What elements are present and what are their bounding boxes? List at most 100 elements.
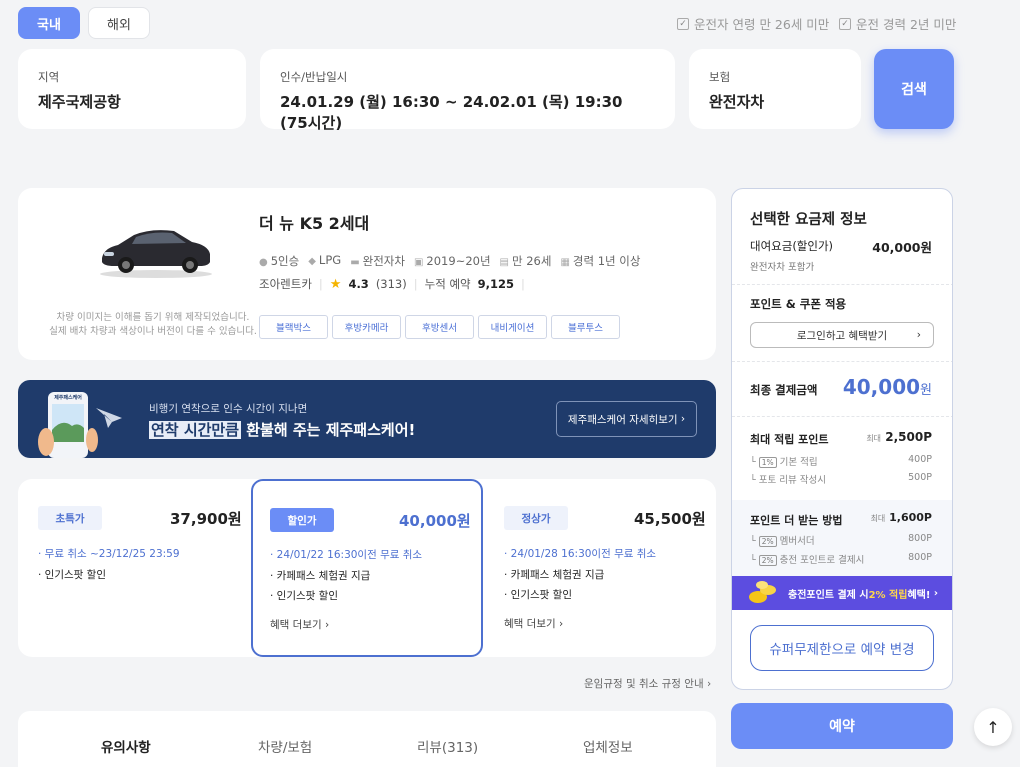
car-title: 더 뉴 K5 2세대 xyxy=(259,214,370,233)
final-amount: 40,000 xyxy=(842,375,921,399)
charge-points-promo[interactable]: 충전포인트 결제 시 2% 적립 혜택! › xyxy=(732,576,952,610)
plan-more-benefits[interactable]: 혜택 더보기 › xyxy=(270,617,329,632)
experience-condition-label: 운전 경력 2년 미만 xyxy=(856,17,957,32)
banner-main-text: 환불해 주는 제주패스케어! xyxy=(241,421,416,439)
car-specs: ● 5인승 ◆ LPG ▬ 완전자차 ▣ 2019~20년 ▤ 만 26세 ▦ 경력 1년 … xyxy=(259,253,640,269)
more-label: 혜택 더보기 xyxy=(504,618,556,630)
arrow-up-icon: ↑ xyxy=(986,717,1000,737)
max-points-value: 최대 2,500P xyxy=(866,430,932,444)
plan-benefit: · 인기스팟 할인 xyxy=(38,569,106,581)
phone-label: 제주패스케어 xyxy=(54,395,82,401)
option-tag: 블랙박스 xyxy=(259,315,328,339)
plan-regular[interactable]: 정상가 45,500원 · 24/01/28 16:30이전 무료 취소 · 카… xyxy=(484,479,716,657)
tab-company-info[interactable]: 업체정보 xyxy=(583,736,633,756)
car-note-line2: 실제 배차 차량과 색상이나 버전이 다를 수 있습니다. xyxy=(49,325,257,337)
plan-discount[interactable]: 할인가 40,000원 · 24/01/22 16:30이전 무료 취소 · 카… xyxy=(251,479,483,657)
login-benefits-button[interactable]: 로그인하고 혜택받기 › xyxy=(750,322,934,348)
plan-special[interactable]: 초특가 37,900원 · 무료 취소 ~23/12/25 23:59 · 인기… xyxy=(18,479,250,657)
divider: | xyxy=(521,277,525,291)
jejupass-care-banner[interactable]: 제주패스케어 비행기 연착으로 인수 시간이 지나면 연착 시간만큼 환불해 주… xyxy=(18,380,716,458)
plan-price: 40,000원 xyxy=(399,512,471,530)
date-field[interactable]: 인수/반납일시 24.01.29 (월) 16:30 ~ 24.02.01 (목… xyxy=(260,49,675,132)
region-field[interactable]: 지역 제주국제공항 xyxy=(18,49,246,129)
region-label: 지역 xyxy=(38,70,60,84)
tab-overseas[interactable]: 해외 xyxy=(88,7,150,39)
rules-label: 운임규정 및 취소 규정 안내 xyxy=(584,678,704,690)
date-value: 24.01.29 (월) 16:30 ~ 24.02.01 (목) 19:30 … xyxy=(280,93,623,132)
company-info: 조아렌트카 | ★ 4.3 (313) | 누적 예약 9,125 | xyxy=(259,276,525,292)
charge-label: 충전 포인트로 결제시 xyxy=(779,555,865,566)
plan-benefit: · 24/01/22 16:30이전 무료 취소 xyxy=(270,549,423,561)
spec-insurance: ▬ 완전자차 xyxy=(350,254,405,268)
insurance-field[interactable]: 보험 완전자차 xyxy=(689,49,861,129)
spec-fuel: ◆ LPG xyxy=(308,253,342,267)
promo-text: 충전포인트 결제 시 xyxy=(788,589,869,601)
max-points-amount: 2,500P xyxy=(885,430,932,444)
charge-pct: 2% xyxy=(758,555,777,566)
promo-highlight: 2% 적립 xyxy=(868,589,908,601)
plan-badge: 할인가 xyxy=(270,508,334,532)
tab-car-insurance[interactable]: 차량/보험 xyxy=(258,736,312,756)
date-label: 인수/반납일시 xyxy=(280,70,348,84)
checkbox-icon: ✓ xyxy=(839,17,851,30)
banner-title: 연착 시간만큼 환불해 주는 제주패스케어! xyxy=(149,419,415,440)
plan-benefit: · 카페패스 체험권 지급 xyxy=(504,569,605,581)
plan-benefit: · 24/01/28 16:30이전 무료 취소 xyxy=(504,548,657,560)
rate-plans: 초특가 37,900원 · 무료 취소 ~23/12/25 23:59 · 인기… xyxy=(18,479,716,657)
car-image xyxy=(100,230,212,278)
chevron-right-icon: › xyxy=(706,678,712,690)
final-unit: 원 xyxy=(920,383,932,398)
age-condition-checkbox[interactable]: ✓ 운전자 연령 만 26세 미만 xyxy=(677,14,829,33)
member-row: └ 2% 멤버서더 xyxy=(750,536,815,547)
basic-points-row: └ 1% 기본 적립 xyxy=(750,457,818,468)
divider xyxy=(732,284,952,285)
chevron-right-icon: › xyxy=(916,329,921,341)
star-icon: ★ xyxy=(329,276,342,292)
tab-reviews[interactable]: 리뷰(313) xyxy=(417,736,478,756)
plan-benefit: · 인기스팟 할인 xyxy=(270,590,338,602)
charge-value: 800P xyxy=(908,552,932,563)
points-title: 포인트 & 쿠폰 적용 xyxy=(750,297,847,311)
bookings-count: 9,125 xyxy=(477,277,514,291)
tab-notice[interactable]: 유의사항 xyxy=(101,736,151,756)
spec-seats: ● 5인승 xyxy=(259,254,300,268)
fee-sub: 완전자차 포함가 xyxy=(750,262,815,273)
option-tag: 내비게이션 xyxy=(478,315,547,339)
plan-price: 37,900원 xyxy=(170,510,242,528)
max-points-label: 최대 적립 포인트 xyxy=(750,433,829,446)
member-label: 멤버서더 xyxy=(779,536,815,547)
divider: | xyxy=(413,277,418,291)
plan-more-benefits[interactable]: 혜택 더보기 › xyxy=(504,616,563,631)
member-value: 800P xyxy=(908,533,932,544)
more-points-title: 포인트 더 받는 방법 xyxy=(750,514,843,527)
basic-points-value: 400P xyxy=(908,454,932,465)
coins-icon xyxy=(749,581,776,603)
member-pct: 2% xyxy=(758,536,777,547)
divider xyxy=(732,416,952,417)
spec-experience: ▦ 경력 1년 이상 xyxy=(560,254,641,268)
calendar-icon: ▣ xyxy=(413,257,424,268)
final-label: 최종 결제금액 xyxy=(750,383,818,397)
car-image-note: 차량 이미지는 이해를 돕기 위해 제작되었습니다. 실제 배차 차량과 색상이… xyxy=(38,311,268,339)
tab-domestic[interactable]: 국내 xyxy=(18,7,80,39)
option-tag: 후방카메라 xyxy=(332,315,401,339)
company-name[interactable]: 조아렌트카 xyxy=(259,276,312,292)
change-booking-button[interactable]: 슈퍼무제한으로 예약 변경 xyxy=(750,625,934,671)
insurance-label: 보험 xyxy=(709,70,731,84)
book-button[interactable]: 예약 xyxy=(731,703,953,749)
age-condition-label: 운전자 연령 만 26세 미만 xyxy=(694,17,830,32)
license-icon: ▦ xyxy=(560,257,570,268)
search-button[interactable]: 검색 xyxy=(874,49,954,129)
spec-year: ▣ 2019~20년 xyxy=(413,254,491,268)
rules-link[interactable]: 운임규정 및 취소 규정 안내 › xyxy=(584,676,711,691)
experience-condition-checkbox[interactable]: ✓ 운전 경력 2년 미만 xyxy=(839,14,956,33)
option-tags: 블랙박스 후방카메라 후방센서 내비게이션 블루투스 xyxy=(259,315,620,339)
person-icon: ● xyxy=(259,257,268,268)
banner-detail-button[interactable]: 제주패스케어 자세히보기 › xyxy=(556,401,697,437)
divider: | xyxy=(318,277,323,291)
photo-label: 포토 리뷰 작성시 xyxy=(758,475,826,486)
scroll-top-button[interactable]: ↑ xyxy=(974,708,1012,746)
car-card: 차량 이미지는 이해를 돕기 위해 제작되었습니다. 실제 배차 차량과 색상이… xyxy=(18,188,716,360)
plan-benefit: · 인기스팟 할인 xyxy=(504,589,572,601)
plan-badge: 초특가 xyxy=(38,506,102,530)
